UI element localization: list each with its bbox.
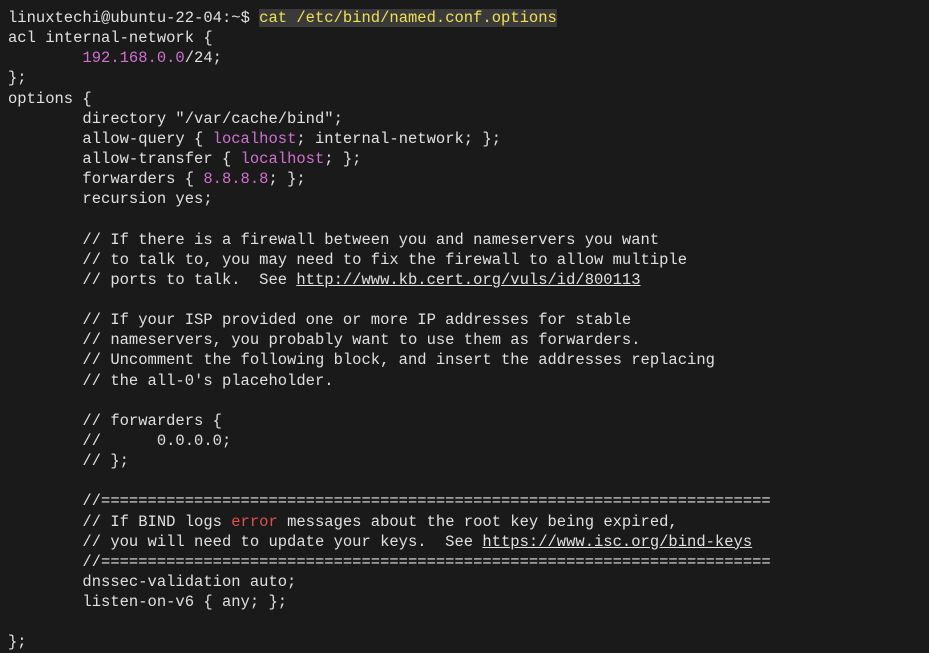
opt-dnssec: dnssec-validation auto; — [8, 572, 921, 592]
comment-6: // Uncomment the following block, and in… — [8, 350, 921, 370]
blank — [8, 209, 921, 229]
comment-12: // you will need to update your keys. Se… — [8, 532, 921, 552]
comment-7: // the all-0's placeholder. — [8, 371, 921, 391]
blank3 — [8, 391, 921, 411]
opt-listen: listen-on-v6 { any; }; — [8, 592, 921, 612]
forwarder-ip: 8.8.8.8 — [203, 170, 268, 188]
acl-network: 192.168.0.0/24; — [8, 48, 921, 68]
comment-8: // forwarders { — [8, 411, 921, 431]
comment-1: // If there is a firewall between you an… — [8, 230, 921, 250]
blank4 — [8, 471, 921, 491]
opt-allow-query: allow-query { localhost; internal-networ… — [8, 129, 921, 149]
error-word: error — [231, 513, 278, 531]
options-close: }; — [8, 632, 921, 652]
opt-forwarders: forwarders { 8.8.8.8; }; — [8, 169, 921, 189]
comment-9: // 0.0.0.0; — [8, 431, 921, 451]
comment-4: // If your ISP provided one or more IP a… — [8, 310, 921, 330]
url-isc[interactable]: https://www.isc.org/bind-keys — [482, 533, 752, 551]
comment-5: // nameservers, you probably want to use… — [8, 330, 921, 350]
prompt-sep: : — [222, 9, 231, 27]
options-open: options { — [8, 89, 921, 109]
separator-2: //======================================… — [8, 552, 921, 572]
comment-3: // ports to talk. See http://www.kb.cert… — [8, 270, 921, 290]
command-text: cat /etc/bind/named.conf.options — [259, 9, 557, 27]
opt-allow-transfer: allow-transfer { localhost; }; — [8, 149, 921, 169]
url-kbcert[interactable]: http://www.kb.cert.org/vuls/id/800113 — [296, 271, 640, 289]
acl-close: }; — [8, 68, 921, 88]
acl-open: acl internal-network { — [8, 28, 921, 48]
comment-2: // to talk to, you may need to fix the f… — [8, 250, 921, 270]
prompt-line[interactable]: linuxtechi@ubuntu-22-04:~$ cat /etc/bind… — [8, 8, 921, 28]
comment-10: // }; — [8, 451, 921, 471]
acl-ip: 192.168.0.0 — [82, 49, 184, 67]
blank5 — [8, 612, 921, 632]
prompt-userhost: linuxtechi@ubuntu-22-04 — [8, 9, 222, 27]
comment-11: // If BIND logs error messages about the… — [8, 512, 921, 532]
separator-1: //======================================… — [8, 491, 921, 511]
blank2 — [8, 290, 921, 310]
opt-recursion: recursion yes; — [8, 189, 921, 209]
localhost-kw2: localhost — [241, 150, 325, 168]
localhost-kw: localhost — [213, 130, 297, 148]
acl-suffix: /24; — [185, 49, 222, 67]
prompt-path: ~ — [231, 9, 240, 27]
terminal-output: linuxtechi@ubuntu-22-04:~$ cat /etc/bind… — [8, 8, 921, 653]
prompt-dollar: $ — [241, 9, 260, 27]
opt-directory: directory "/var/cache/bind"; — [8, 109, 921, 129]
